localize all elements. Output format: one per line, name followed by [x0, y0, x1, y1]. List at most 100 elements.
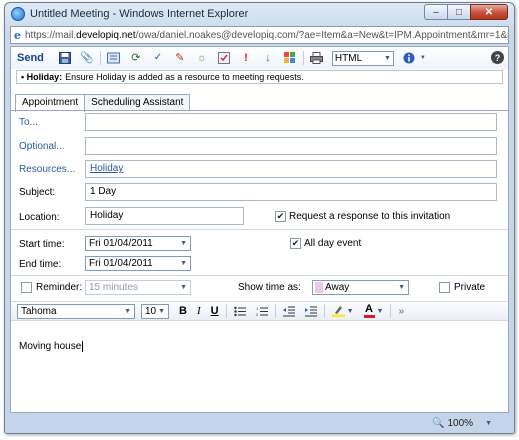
- more-options-icon[interactable]: »: [398, 306, 404, 317]
- all-day-checkbox[interactable]: ✔: [290, 238, 301, 249]
- form-tabs: Appointment Scheduling Assistant: [15, 94, 191, 112]
- chevron-down-icon: ▼: [124, 307, 131, 315]
- chevron-down-icon[interactable]: ▼: [485, 420, 492, 427]
- reminder-checkbox[interactable]: [21, 282, 32, 293]
- font-color-button[interactable]: A ▼: [363, 303, 384, 318]
- resources-button[interactable]: Resources...: [19, 164, 75, 175]
- italic-button[interactable]: I: [197, 305, 201, 317]
- font-color-letter: A: [365, 303, 373, 315]
- maximize-button[interactable]: □: [447, 4, 471, 20]
- private-checkbox[interactable]: [439, 282, 450, 293]
- svg-text:1: 1: [256, 306, 259, 311]
- font-name-select[interactable]: Tahoma ▼: [17, 303, 135, 319]
- numbered-list-icon[interactable]: 12: [256, 306, 268, 317]
- chevron-down-icon: ▼: [383, 54, 391, 62]
- font-color-icon: A: [363, 303, 375, 318]
- bullet-list-icon[interactable]: [233, 306, 246, 317]
- end-date-value: Fri 01/04/2011: [89, 258, 153, 269]
- tab-divider: [11, 110, 508, 111]
- info-icon[interactable]: [402, 51, 416, 65]
- importance-high-icon[interactable]: !: [239, 51, 253, 65]
- close-button[interactable]: ✕: [470, 4, 508, 20]
- text-caret: [82, 341, 84, 352]
- url-text: https://mail.developiq.net/owa/daniel.no…: [25, 29, 508, 41]
- optional-field[interactable]: [85, 137, 497, 155]
- ie-page-icon: e: [14, 28, 21, 42]
- font-size-value: 10: [145, 305, 157, 317]
- show-time-as-value: Away: [325, 282, 350, 293]
- show-time-as-select[interactable]: Away ▼: [312, 280, 409, 295]
- chevron-down-icon: ▼: [346, 307, 354, 315]
- save-icon[interactable]: [58, 51, 72, 65]
- bold-button[interactable]: B: [179, 305, 187, 317]
- toolbar-separator: [390, 304, 392, 318]
- spelling-icon[interactable]: ✓: [151, 51, 165, 65]
- print-icon[interactable]: [310, 51, 324, 65]
- browser-window: Untitled Meeting - Windows Internet Expl…: [4, 2, 515, 434]
- end-date-select[interactable]: Fri 01/04/2011 ▼: [85, 256, 191, 271]
- owa-meeting-form: Send 📎 ⟳ ✓ ✎ ☼ ! ↓ HTML ▼ ▼ ? • Holiday:…: [10, 46, 509, 413]
- attach-icon[interactable]: 📎: [80, 51, 94, 65]
- start-time-label: Start time:: [19, 239, 65, 250]
- tab-scheduling-assistant[interactable]: Scheduling Assistant: [84, 94, 191, 111]
- options-icon[interactable]: [217, 51, 231, 65]
- show-time-as-label: Show time as:: [238, 282, 301, 293]
- address-bar[interactable]: e https://mail.developiq.net/owa/daniel.…: [10, 26, 509, 44]
- address-book-icon[interactable]: [107, 51, 121, 65]
- info-bar: • Holiday: Ensure Holiday is added as a …: [16, 70, 503, 84]
- window-controls: – □ ✕: [424, 4, 508, 20]
- main-toolbar: Send 📎 ⟳ ✓ ✎ ☼ ! ↓ HTML ▼ ▼ ?: [11, 47, 508, 69]
- request-response-checkbox[interactable]: ✔: [275, 211, 286, 222]
- importance-low-icon[interactable]: ↓: [261, 51, 275, 65]
- zoom-icon: 🔍: [432, 418, 445, 429]
- start-date-value: Fri 01/04/2011: [89, 238, 153, 249]
- categories-icon[interactable]: [283, 51, 297, 65]
- chevron-down-icon: ▼: [180, 260, 187, 267]
- request-response-label: Request a response to this invitation: [289, 211, 451, 222]
- toolbar-separator: [323, 304, 325, 318]
- font-name-value: Tahoma: [21, 305, 57, 317]
- end-time-label: End time:: [19, 259, 62, 270]
- message-body[interactable]: Moving house: [19, 341, 84, 353]
- formatting-toolbar: Tahoma ▼ 10 ▼ B I U 12 ▼ A ▼ »: [11, 301, 508, 321]
- to-field[interactable]: [85, 113, 497, 131]
- help-icon[interactable]: ?: [491, 51, 504, 64]
- check-names-icon[interactable]: ⟳: [129, 51, 143, 65]
- resources-field[interactable]: Holiday: [85, 160, 497, 178]
- font-size-select[interactable]: 10 ▼: [141, 303, 169, 319]
- toolbar-separator: [99, 51, 101, 65]
- people-check-icon[interactable]: ✎: [173, 51, 187, 65]
- window-title: Untitled Meeting - Windows Internet Expl…: [30, 8, 249, 20]
- chevron-down-icon[interactable]: ▼: [420, 55, 426, 61]
- reminder-label: Reminder:: [36, 282, 83, 293]
- start-date-select[interactable]: Fri 01/04/2011 ▼: [85, 236, 191, 251]
- svg-text:2: 2: [256, 312, 259, 317]
- to-button[interactable]: To...: [19, 117, 38, 128]
- ie-app-icon: [11, 7, 25, 21]
- zoom-level[interactable]: 100%: [447, 418, 473, 429]
- send-button[interactable]: Send: [15, 52, 46, 64]
- recurrence-icon[interactable]: ☼: [195, 51, 209, 65]
- reminder-select[interactable]: 15 minutes ▼: [85, 280, 191, 295]
- chevron-down-icon: ▼: [398, 284, 405, 291]
- location-label: Location:: [19, 212, 60, 223]
- optional-button[interactable]: Optional...: [19, 141, 65, 152]
- underline-button[interactable]: U: [211, 305, 219, 317]
- status-bar: 🔍 100% ▼: [5, 414, 514, 433]
- all-day-label: All day event: [304, 238, 362, 249]
- message-format-select[interactable]: HTML ▼: [331, 50, 394, 66]
- decrease-indent-icon[interactable]: [282, 306, 295, 317]
- location-field[interactable]: Holiday: [85, 207, 244, 225]
- infobar-title: • Holiday:: [21, 72, 63, 82]
- chevron-down-icon: ▼: [180, 240, 187, 247]
- section-divider: [11, 275, 508, 276]
- minimize-button[interactable]: –: [424, 4, 448, 20]
- message-body-text: Moving house: [19, 341, 82, 353]
- subject-field[interactable]: 1 Day: [85, 183, 497, 201]
- section-divider: [11, 229, 508, 230]
- highlight-icon[interactable]: ▼: [331, 305, 354, 317]
- toolbar-separator: [302, 51, 304, 65]
- chevron-down-icon: ▼: [376, 307, 384, 315]
- increase-indent-icon[interactable]: [304, 306, 317, 317]
- reminder-value: 15 minutes: [89, 282, 138, 293]
